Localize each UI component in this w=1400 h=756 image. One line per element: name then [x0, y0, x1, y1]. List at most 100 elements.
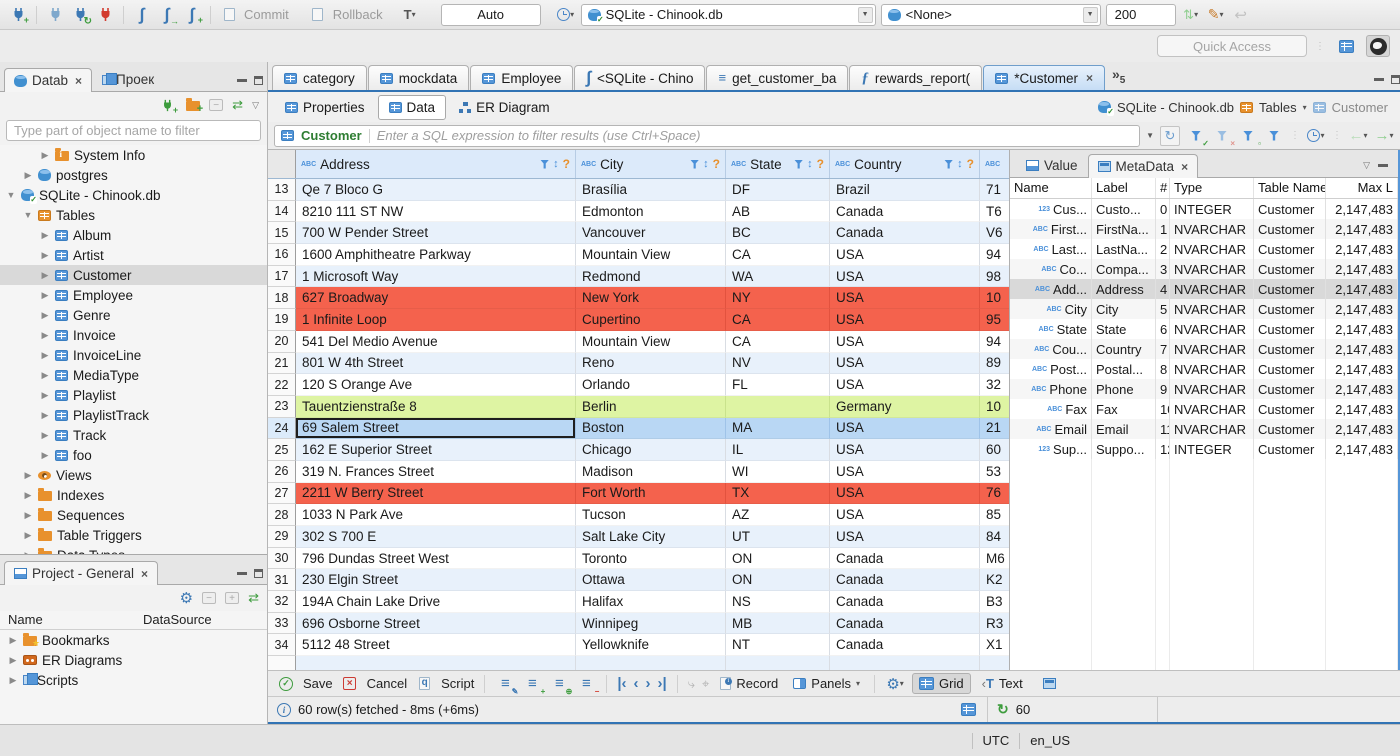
cell[interactable]: Canada	[830, 634, 980, 657]
tree-item-album[interactable]: ▶ Album	[0, 225, 267, 245]
apply-filter-button[interactable]: ✓	[1186, 126, 1209, 148]
edit-row-button[interactable]: ≡ ✎	[495, 674, 518, 696]
cell[interactable]: 230 Elgin Street	[296, 569, 576, 592]
cell[interactable]: 89	[980, 352, 1009, 375]
cell[interactable]: USA	[830, 504, 980, 526]
minimize-icon[interactable]	[1374, 78, 1384, 81]
breadcrumb-entity[interactable]: Customer	[1332, 100, 1388, 115]
tab-value[interactable]: Value	[1016, 153, 1088, 177]
sort-icon[interactable]: ↕	[703, 158, 709, 170]
cell[interactable]: 1 Infinite Loop	[296, 309, 576, 331]
cell[interactable]: Canada	[830, 200, 980, 223]
meta-column-name[interactable]: Name	[1010, 178, 1092, 198]
cell[interactable]: 302 S 700 E	[296, 526, 576, 548]
cell[interactable]: USA	[830, 482, 980, 505]
chevron-right-icon[interactable]: ▶	[40, 230, 50, 241]
minimize-icon[interactable]	[237, 79, 247, 82]
row-number[interactable]: 15	[268, 222, 296, 245]
row-number[interactable]: 24	[268, 417, 296, 440]
chevron-down-icon[interactable]: ▼	[6, 190, 16, 200]
close-icon[interactable]: ×	[1086, 71, 1093, 85]
tree-item-tables[interactable]: ▼ Tables	[0, 205, 267, 225]
cell[interactable]: AB	[726, 200, 830, 223]
cell[interactable]: USA	[830, 265, 980, 288]
meta-row-state[interactable]: ABC State State 6 NVARCHAR Customer 2,147,483	[1010, 319, 1398, 339]
rollback-button[interactable]: Rollback	[333, 7, 383, 22]
cell[interactable]: USA	[830, 460, 980, 483]
table-row[interactable]: 32 194A Chain Lake Drive Halifax NS Canada B3	[268, 591, 1009, 613]
close-icon[interactable]: ×	[1181, 160, 1188, 174]
table-row[interactable]: 27 2211 W Berry Street Fort Worth TX USA 76	[268, 482, 1009, 505]
cell[interactable]: TX	[726, 482, 830, 505]
row-number[interactable]: 14	[268, 200, 296, 223]
chevron-right-icon[interactable]: ▶	[40, 150, 50, 161]
table-row[interactable]: 17 1 Microsoft Way Redmond WA USA 98	[268, 265, 1009, 288]
tree-item-invoiceline[interactable]: ▶ InvoiceLine	[0, 345, 267, 365]
cell[interactable]: CA	[726, 330, 830, 353]
row-number[interactable]: 20	[268, 330, 296, 353]
editor-tab-employee[interactable]: Employee	[470, 65, 574, 90]
cell[interactable]: 71	[980, 179, 1009, 201]
last-row-button[interactable]: ›|	[658, 676, 667, 691]
cell[interactable]: R3	[980, 612, 1009, 635]
table-row[interactable]: 28 1033 N Park Ave Tucson AZ USA 85	[268, 504, 1009, 526]
row-number[interactable]: 16	[268, 244, 296, 266]
cell[interactable]: IL	[726, 439, 830, 461]
cell[interactable]: BC	[726, 222, 830, 245]
tree-item-system-info[interactable]: ▶ System Info	[0, 145, 267, 165]
record-mode-button[interactable]: Record	[716, 674, 782, 693]
chevron-down-icon[interactable]: ▾	[1303, 103, 1307, 112]
cell[interactable]: MB	[726, 612, 830, 635]
minimize-icon[interactable]	[1378, 164, 1388, 167]
table-row[interactable]: 26 319 N. Frances Street Madison WI USA 53	[268, 460, 1009, 483]
row-number[interactable]: 23	[268, 395, 296, 418]
cell[interactable]: DF	[726, 179, 830, 201]
editor-tab-sqlite-chino[interactable]: ∫ <SQLite - Chino	[574, 65, 706, 90]
remove-filter-button[interactable]: ×	[1212, 126, 1235, 148]
cell[interactable]: 76	[980, 482, 1009, 505]
chevron-right-icon[interactable]: ▶	[8, 655, 18, 666]
cell[interactable]: USA	[830, 352, 980, 375]
cell[interactable]: Germany	[830, 395, 980, 418]
cell[interactable]: 700 W Pender Street	[296, 222, 576, 245]
new-folder-button[interactable]	[186, 98, 203, 115]
close-icon[interactable]: ×	[141, 567, 148, 581]
tree-item-customer[interactable]: ▶ Customer	[0, 265, 267, 285]
row-number[interactable]: 22	[268, 374, 296, 396]
previous-row-button[interactable]: ‹	[634, 676, 639, 691]
object-filter-input[interactable]: Type part of object name to filter	[6, 120, 261, 141]
row-number[interactable]: 33	[268, 612, 296, 635]
cell[interactable]: 8210 111 ST NW	[296, 200, 576, 223]
minimize-icon[interactable]	[237, 572, 247, 575]
cell[interactable]: 10	[980, 287, 1009, 310]
editor-tab-customer[interactable]: *Customer ×	[983, 65, 1105, 90]
meta-row-postal[interactable]: ABC Post... Postal... 8 NVARCHAR Customer 2,14…	[1010, 359, 1398, 379]
cell[interactable]: NV	[726, 352, 830, 375]
cell[interactable]: 627 Broadway	[296, 287, 576, 310]
cell[interactable]: 95	[980, 309, 1009, 331]
new-sql-editor-button[interactable]: ∫ +	[182, 5, 203, 25]
cell[interactable]: 85	[980, 504, 1009, 526]
cell[interactable]: 84	[980, 526, 1009, 548]
meta-row-city[interactable]: ABC City City 5 NVARCHAR Customer 2,147,483	[1010, 299, 1398, 319]
row-number[interactable]: 28	[268, 504, 296, 526]
custom-filter-button[interactable]	[1264, 126, 1284, 146]
tree-item-mediatype[interactable]: ▶ MediaType	[0, 365, 267, 385]
nav-forward-button[interactable]: → ▾	[1374, 126, 1394, 146]
row-number[interactable]: 27	[268, 482, 296, 505]
cell[interactable]: Canada	[830, 612, 980, 635]
maximize-icon[interactable]	[1391, 75, 1400, 84]
table-row[interactable]: 29 302 S 700 E Salt Lake City UT USA 84	[268, 526, 1009, 548]
cell[interactable]: Berlin	[576, 395, 726, 418]
cell[interactable]: Mountain View	[576, 244, 726, 266]
cell[interactable]: UT	[726, 526, 830, 548]
cell[interactable]: 162 E Superior Street	[296, 439, 576, 461]
tx-mode-combo[interactable]: Auto	[440, 3, 541, 26]
transaction-log-button[interactable]: T ▾	[400, 5, 420, 25]
cell[interactable]: Canada	[830, 547, 980, 570]
chevron-right-icon[interactable]: ▶	[40, 450, 50, 461]
sort-icon[interactable]: ↕	[553, 158, 559, 170]
cell[interactable]: Madison	[576, 460, 726, 483]
text-view-button[interactable]: ‹T Text	[978, 674, 1027, 693]
row-number[interactable]: 17	[268, 265, 296, 288]
